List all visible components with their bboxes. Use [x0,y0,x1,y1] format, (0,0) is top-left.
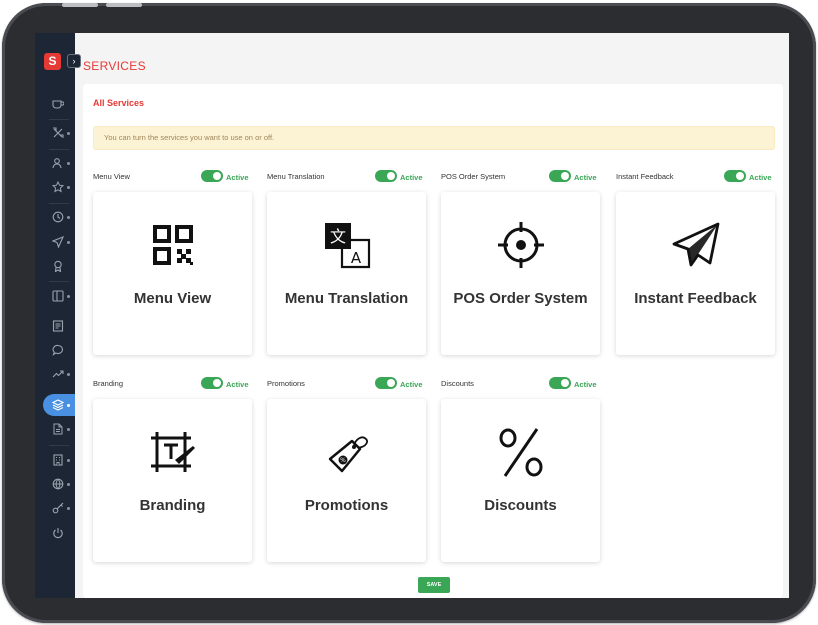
service-card[interactable]: Menu View [93,192,252,355]
service-toggle[interactable] [724,170,746,182]
save-button[interactable]: SAVE [418,577,450,593]
status-label: Active [226,380,249,389]
svg-text:A: A [351,249,362,267]
service-card-label: Menu Translation [284,290,409,307]
sidebar-item-tools[interactable] [35,122,75,144]
service-name: POS Order System [441,172,506,181]
power-icon [53,528,63,539]
panel-title: All Services [93,98,145,108]
sidebar-item-clock[interactable] [35,206,75,228]
service-card-label: Instant Feedback [634,290,757,307]
sidebar-item-globe[interactable] [35,473,75,495]
service-name: Menu View [93,172,130,181]
sidebar-item-cup[interactable] [35,93,75,115]
paper-plane-icon [672,222,720,267]
cup-icon [52,100,64,109]
sidebar-item-layout[interactable] [35,285,75,307]
service-card[interactable]: Discounts [441,399,600,562]
info-notice: You can turn the services you want to us… [93,126,775,150]
sidebar: S [35,33,75,598]
status-label: Active [574,380,597,389]
sidebar-item-users[interactable] [35,152,75,174]
status-label: Active [574,173,597,182]
app-logo[interactable]: S [44,53,61,70]
sidebar-item-chat[interactable] [35,339,75,361]
sidebar-item-layers[interactable] [43,394,75,416]
service-toggle[interactable] [375,170,397,182]
service-toggle[interactable] [549,170,571,182]
star-icon [52,181,64,193]
svg-text:文: 文 [330,227,346,246]
service-toggle[interactable] [201,170,223,182]
sidebar-item-trending[interactable] [35,363,75,385]
sidebar-item-award[interactable] [35,255,75,277]
service-card[interactable]: % Promotions [267,399,426,562]
layers-icon [52,399,64,411]
clock-icon [52,211,64,223]
newspaper-icon [52,320,64,332]
screen: S › SERVICES All Services You can turn t… [35,33,789,598]
service-toggle[interactable] [549,377,571,389]
sidebar-item-key[interactable] [35,497,75,519]
qr-code-icon [153,225,193,265]
service-toggle[interactable] [375,377,397,389]
tablet-button [62,3,98,7]
service-card-label: Menu View [133,290,212,307]
sidebar-item-power[interactable] [35,522,75,544]
send-icon [52,236,64,248]
service-name: Instant Feedback [616,172,674,181]
service-name: Menu Translation [267,172,325,181]
branding-icon [151,432,195,472]
service-card[interactable]: Instant Feedback [616,192,775,355]
sidebar-item-document[interactable] [35,418,75,440]
service-name: Promotions [267,379,305,388]
service-name: Discounts [441,379,474,388]
service-card[interactable]: 文 A Menu Translation [267,192,426,355]
globe-icon [52,478,64,490]
service-card[interactable]: Branding [93,399,252,562]
price-tag-icon: % [328,436,368,473]
services-panel: All Services You can turn the services y… [83,84,783,598]
service-card-label: Discounts [484,497,557,514]
status-label: Active [400,380,423,389]
service-toggle[interactable] [201,377,223,389]
status-label: Active [226,173,249,182]
chat-icon [52,344,63,356]
document-icon [53,423,63,435]
page-title: SERVICES [83,59,146,73]
svg-text:%: % [340,457,346,464]
award-icon [54,260,62,272]
service-card-label: Branding [139,497,206,514]
key-icon [52,502,64,514]
status-label: Active [749,173,772,182]
status-label: Active [400,173,423,182]
service-card-label: Promotions [304,497,389,514]
sidebar-item-building[interactable] [35,449,75,471]
trending-icon [52,370,64,378]
sidebar-toggle-button[interactable]: › [67,54,81,68]
service-card[interactable]: POS Order System [441,192,600,355]
service-card-label: POS Order System [453,290,588,307]
users-icon [52,158,62,169]
tools-icon [53,127,64,138]
sidebar-item-send[interactable] [35,231,75,253]
sidebar-item-star[interactable] [35,176,75,198]
service-name: Branding [93,379,124,388]
crosshair-icon [498,222,544,268]
translate-icon: 文 A [325,223,371,269]
tablet-button [106,3,142,7]
layout-icon [52,290,64,302]
sidebar-item-newspaper[interactable] [35,315,75,337]
tablet-frame: S › SERVICES All Services You can turn t… [2,3,816,623]
percent-icon [499,428,543,477]
building-icon [53,454,63,466]
